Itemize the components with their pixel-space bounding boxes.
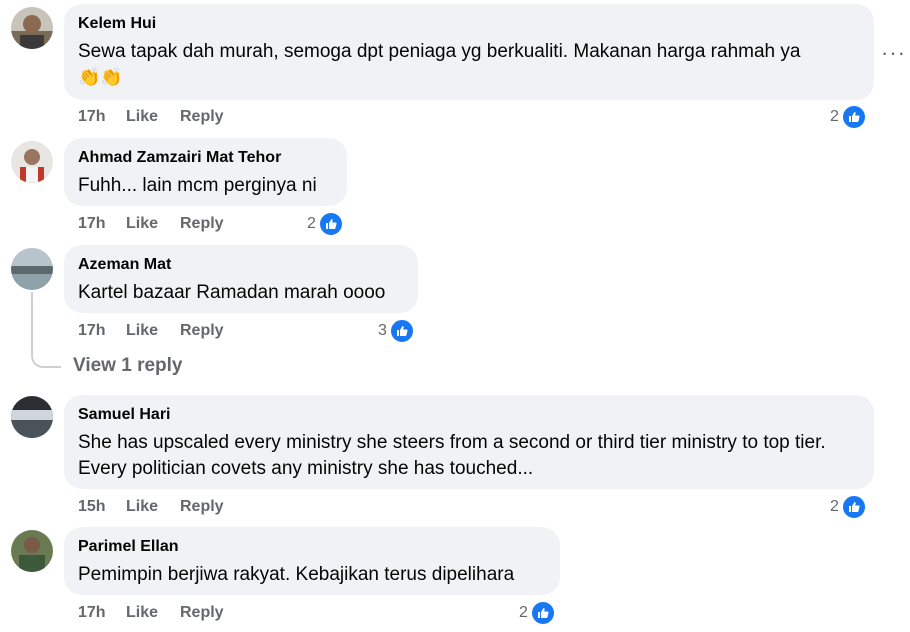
comment-actions: 17h Like Reply bbox=[78, 322, 224, 340]
comment-author[interactable]: Parimel Ellan bbox=[78, 537, 546, 557]
like-button[interactable]: Like bbox=[126, 498, 180, 516]
thumbs-up-icon bbox=[840, 494, 867, 520]
comment-time[interactable]: 17h bbox=[78, 322, 126, 340]
avatar[interactable] bbox=[11, 141, 53, 183]
reaction-number: 2 bbox=[830, 108, 839, 125]
comment-bubble: Parimel Ellan Pemimpin berjiwa rakyat. K… bbox=[64, 527, 560, 595]
reaction-count[interactable]: 3 bbox=[378, 318, 415, 344]
reply-button[interactable]: Reply bbox=[180, 604, 224, 622]
reply-thread-line bbox=[31, 292, 61, 368]
reaction-number: 3 bbox=[378, 322, 387, 339]
clap-emoji: 👏👏 bbox=[78, 67, 123, 87]
reply-button[interactable]: Reply bbox=[180, 498, 224, 516]
comment-time[interactable]: 17h bbox=[78, 215, 126, 233]
reply-button[interactable]: Reply bbox=[180, 322, 224, 340]
avatar[interactable] bbox=[11, 248, 53, 290]
comment-text: Kartel bazaar Ramadan marah oooo bbox=[78, 282, 386, 303]
comment-actions: 17h Like Reply bbox=[78, 215, 224, 233]
comment-actions: 17h Like Reply bbox=[78, 604, 224, 622]
comment-bubble: Azeman Mat Kartel bazaar Ramadan marah o… bbox=[64, 245, 418, 313]
reaction-count[interactable]: 2 bbox=[830, 104, 867, 130]
reaction-number: 2 bbox=[519, 604, 528, 621]
comment-author[interactable]: Ahmad Zamzairi Mat Tehor bbox=[78, 148, 333, 168]
comment-text: Pemimpin berjiwa rakyat. Kebajikan terus… bbox=[78, 564, 515, 585]
thumbs-up-icon bbox=[388, 318, 415, 344]
comment-author[interactable]: Azeman Mat bbox=[78, 255, 404, 275]
comment-text: Sewa tapak dah murah, semoga dpt peniaga… bbox=[78, 41, 801, 62]
view-replies-link[interactable]: View 1 reply bbox=[73, 355, 183, 377]
comment-time[interactable]: 15h bbox=[78, 498, 126, 516]
reaction-count[interactable]: 2 bbox=[830, 494, 867, 520]
reaction-number: 2 bbox=[830, 498, 839, 515]
comment-text: She has upscaled every ministry she stee… bbox=[78, 432, 826, 479]
like-button[interactable]: Like bbox=[126, 108, 180, 126]
comment-author[interactable]: Kelem Hui bbox=[78, 14, 860, 34]
comment-author[interactable]: Samuel Hari bbox=[78, 405, 860, 425]
comment-time[interactable]: 17h bbox=[78, 604, 126, 622]
reply-button[interactable]: Reply bbox=[180, 215, 224, 233]
like-button[interactable]: Like bbox=[126, 604, 180, 622]
thumbs-up-icon bbox=[529, 600, 556, 626]
comment-actions: 15h Like Reply bbox=[78, 498, 224, 516]
reaction-count[interactable]: 2 bbox=[307, 211, 344, 237]
comment-actions: 17h Like Reply bbox=[78, 108, 224, 126]
reaction-count[interactable]: 2 bbox=[519, 600, 556, 626]
comment-bubble: Kelem Hui Sewa tapak dah murah, semoga d… bbox=[64, 4, 874, 100]
more-options-icon[interactable]: ··· bbox=[881, 40, 906, 66]
comment-bubble: Ahmad Zamzairi Mat Tehor Fuhh... lain mc… bbox=[64, 138, 347, 206]
comment-text: Fuhh... lain mcm perginya ni bbox=[78, 175, 317, 196]
like-button[interactable]: Like bbox=[126, 322, 180, 340]
avatar[interactable] bbox=[11, 530, 53, 572]
avatar[interactable] bbox=[11, 7, 53, 49]
thumbs-up-icon bbox=[840, 104, 867, 130]
comment-time[interactable]: 17h bbox=[78, 108, 126, 126]
comment-bubble: Samuel Hari She has upscaled every minis… bbox=[64, 395, 874, 489]
like-button[interactable]: Like bbox=[126, 215, 180, 233]
avatar[interactable] bbox=[11, 396, 53, 438]
reaction-number: 2 bbox=[307, 215, 316, 232]
thumbs-up-icon bbox=[317, 211, 344, 237]
reply-button[interactable]: Reply bbox=[180, 108, 224, 126]
